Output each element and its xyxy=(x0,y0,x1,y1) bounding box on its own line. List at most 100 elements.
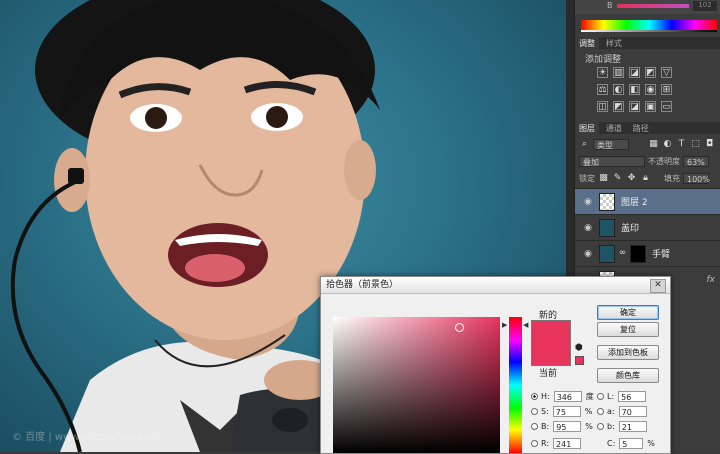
levels-icon[interactable]: ▥ xyxy=(613,67,624,78)
layer-thumbnail xyxy=(599,244,615,263)
layer-row[interactable]: ◉ ∞ 手臂 xyxy=(575,240,720,266)
web-safe-swatch[interactable] xyxy=(575,356,584,365)
color-libraries-button[interactable]: 颜色库 xyxy=(597,368,659,383)
l-input[interactable]: 56 xyxy=(618,390,647,402)
b-radio[interactable] xyxy=(531,422,538,430)
s-unit: % xyxy=(584,406,593,416)
tab-layers[interactable]: 图层 xyxy=(575,122,599,135)
grayscale-ramp[interactable] xyxy=(581,30,717,32)
lock-all-icon[interactable]: 🔒︎ xyxy=(640,173,651,184)
eye-icon[interactable]: ◉ xyxy=(581,197,595,207)
reset-button[interactable]: 复位 xyxy=(597,322,659,337)
a-input[interactable]: 70 xyxy=(618,405,647,417)
channel-slider[interactable] xyxy=(617,4,689,8)
fx-icon[interactable]: fx xyxy=(707,275,716,285)
shape-filter-icon[interactable]: ⬚ xyxy=(690,139,701,150)
s-field-row: S: 75 % xyxy=(531,405,592,417)
exposure-icon[interactable]: ◩ xyxy=(645,67,656,78)
a-radio[interactable] xyxy=(597,407,604,415)
b-field-row: B: 95 % xyxy=(531,420,593,432)
threshold-icon[interactable]: ◪ xyxy=(629,101,640,112)
hue-slider[interactable] xyxy=(509,317,522,453)
eye-icon[interactable]: ◉ xyxy=(581,249,595,259)
lock-move-icon[interactable]: ✥ xyxy=(626,173,637,184)
new-color-swatch xyxy=(531,320,571,366)
c-field-row: C: 5 % xyxy=(607,437,655,449)
h-label: H: xyxy=(541,391,550,401)
layer-name: 盖印 xyxy=(621,224,640,234)
curves-icon[interactable]: ◪ xyxy=(629,67,640,78)
s-input[interactable]: 75 xyxy=(552,405,581,417)
lock-transparent-icon[interactable]: ▩ xyxy=(598,173,609,184)
layer-filter-row: ⌕ 类型 ▦ ◐ T ⬚ ◘ xyxy=(579,137,717,151)
photo-filter-icon[interactable]: ◧ xyxy=(629,84,640,95)
fill-label: 填充 xyxy=(664,174,680,183)
smart-filter-icon[interactable]: ◘ xyxy=(704,139,715,150)
tab-channels[interactable]: 通道 xyxy=(602,122,626,135)
hue-slider-arrow-left-icon[interactable]: ▶ xyxy=(502,321,507,329)
r-field-row: R: 241 xyxy=(531,437,582,449)
color-picker-dialog: 拾色器（前景色） ✕ ▶ ◀ 新的 当前 ⬢ 确定 复位 添加到色板 颜色库 H… xyxy=(320,276,671,454)
b-label: B: xyxy=(541,421,550,431)
chain-link-icon[interactable]: ∞ xyxy=(617,248,628,259)
image-filter-icon[interactable]: ▦ xyxy=(648,139,659,150)
r-input[interactable]: 241 xyxy=(553,437,582,449)
brightness-icon[interactable]: ☀ xyxy=(597,67,608,78)
layer-mask-thumbnail[interactable] xyxy=(630,244,646,263)
current-color-label: 当前 xyxy=(539,369,558,379)
h-input[interactable]: 346 xyxy=(553,390,582,402)
l-radio[interactable] xyxy=(597,392,604,400)
eye-icon[interactable]: ◉ xyxy=(581,223,595,233)
h-unit: 度 xyxy=(585,391,594,401)
add-to-swatches-button[interactable]: 添加到色板 xyxy=(597,345,659,360)
l-field-row: L: 56 xyxy=(597,390,647,402)
color-balance-icon[interactable]: ⚖ xyxy=(597,84,608,95)
adjustment-filter-icon[interactable]: ◐ xyxy=(662,139,673,150)
s-radio[interactable] xyxy=(531,407,538,415)
channel-value[interactable]: 102 xyxy=(693,1,717,11)
blend-mode-select[interactable]: 叠加 xyxy=(579,155,645,167)
black-white-icon[interactable]: ◐ xyxy=(613,84,624,95)
layers-tabbar: 图层 通道 路径 xyxy=(575,122,720,135)
b-input[interactable]: 95 xyxy=(553,420,582,432)
dialog-title: 拾色器（前景色） xyxy=(321,277,670,294)
h-radio[interactable] xyxy=(531,392,538,400)
color-lookup-icon[interactable]: ⊞ xyxy=(661,84,672,95)
s-label: S: xyxy=(541,406,549,416)
hue-slider-arrow-right-icon[interactable]: ◀ xyxy=(523,321,528,329)
picker-cursor[interactable] xyxy=(455,323,464,332)
l-label: L: xyxy=(607,391,615,401)
tab-adjustments[interactable]: 调整 xyxy=(575,37,599,50)
selective-color-icon[interactable]: ▭ xyxy=(661,101,672,112)
opacity-field[interactable]: 63% xyxy=(683,155,709,167)
vibrance-icon[interactable]: ▽ xyxy=(661,67,672,78)
filter-kind-select[interactable]: 类型 xyxy=(593,138,629,150)
tab-styles[interactable]: 样式 xyxy=(602,37,626,50)
a-label: a: xyxy=(607,406,615,416)
opacity-label: 不透明度 xyxy=(648,156,680,166)
layer-thumbnail xyxy=(599,192,615,211)
close-icon[interactable]: ✕ xyxy=(650,279,666,293)
c-unit: % xyxy=(647,438,655,448)
lab-b-radio[interactable] xyxy=(597,422,604,430)
type-filter-icon[interactable]: T xyxy=(676,139,687,150)
posterize-icon[interactable]: ◩ xyxy=(613,101,624,112)
r-label: R: xyxy=(541,438,550,448)
ok-button[interactable]: 确定 xyxy=(597,305,659,320)
tab-paths[interactable]: 路径 xyxy=(629,122,653,135)
gradient-map-icon[interactable]: ▣ xyxy=(645,101,656,112)
color-spectrum-bar[interactable] xyxy=(581,20,717,30)
c-input[interactable]: 5 xyxy=(619,437,644,449)
invert-icon[interactable]: ◫ xyxy=(597,101,608,112)
layer-row[interactable]: ◉ 盖印 xyxy=(575,214,720,240)
cube-warning-icon[interactable]: ⬢ xyxy=(575,343,583,353)
channel-mixer-icon[interactable]: ◉ xyxy=(645,84,656,95)
lab-b-input[interactable]: 21 xyxy=(618,420,647,432)
lab-b-field-row: b: 21 xyxy=(597,420,647,432)
fill-field[interactable]: 100% xyxy=(683,173,710,184)
layer-row[interactable]: ◉ 图层 2 xyxy=(575,188,720,214)
saturation-brightness-field[interactable] xyxy=(333,317,500,453)
r-radio[interactable] xyxy=(531,439,538,447)
layer-name: 手臂 xyxy=(652,250,671,260)
lock-paint-icon[interactable]: ✎ xyxy=(612,173,623,184)
